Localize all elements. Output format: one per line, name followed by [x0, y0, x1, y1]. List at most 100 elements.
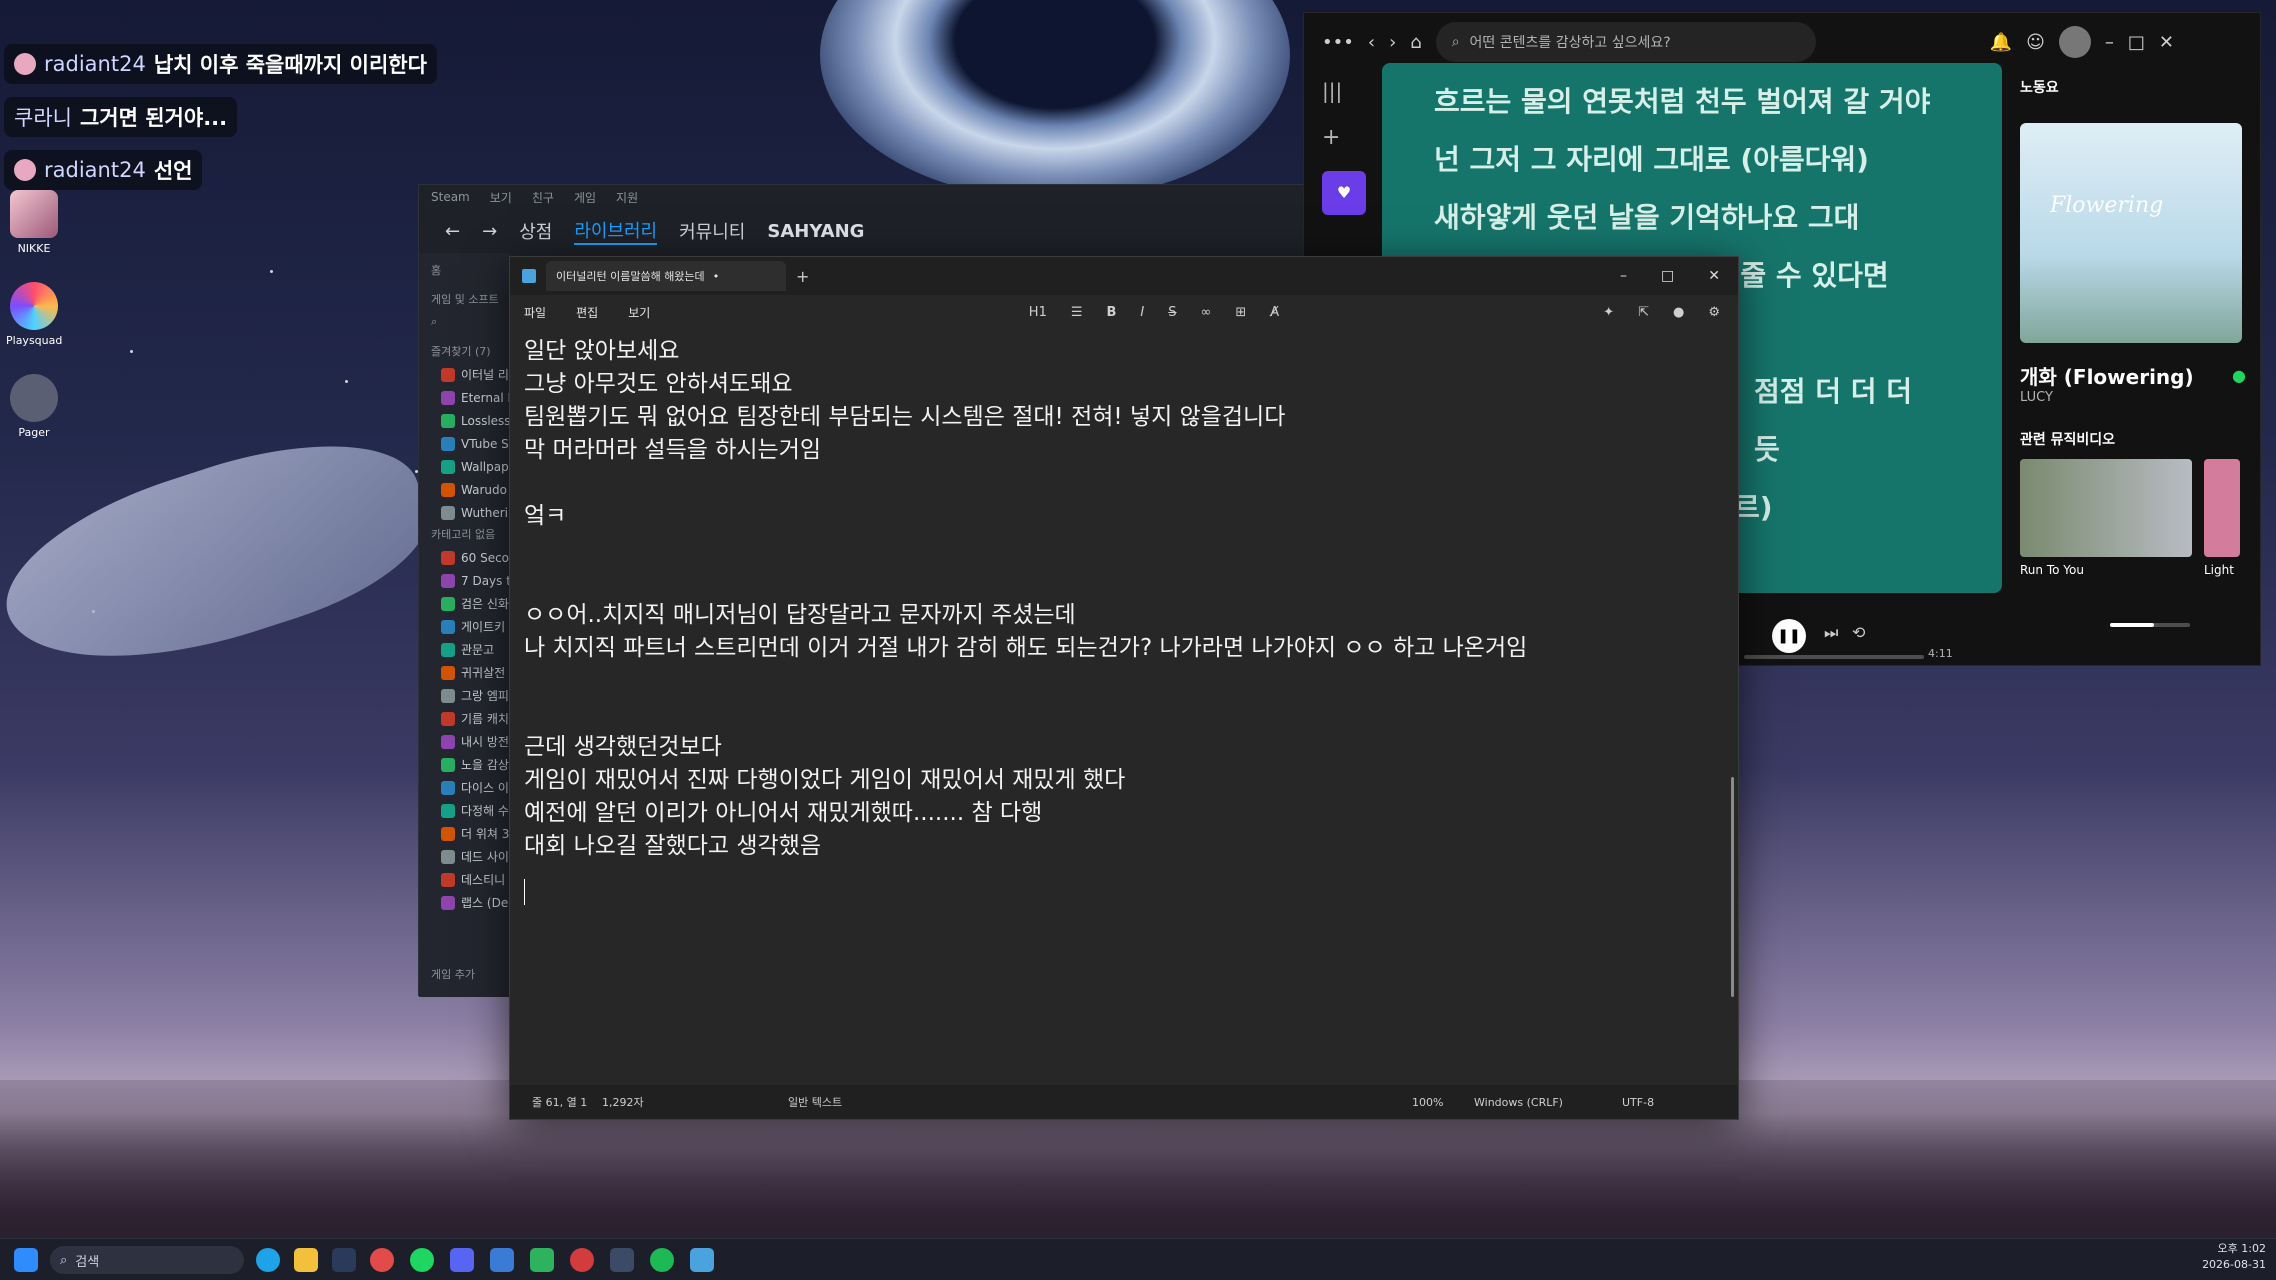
- game-item[interactable]: Warudo: [419, 478, 511, 501]
- forward-arrow-icon[interactable]: ›: [1389, 32, 1396, 53]
- app-icon[interactable]: [570, 1248, 594, 1272]
- game-item[interactable]: 더 위쳐 3: [419, 822, 511, 845]
- maximize-icon[interactable]: □: [2128, 32, 2145, 53]
- game-item[interactable]: VTube S: [419, 432, 511, 455]
- game-item[interactable]: Eternal F: [419, 386, 511, 409]
- strikethrough-icon[interactable]: S: [1168, 305, 1176, 320]
- steam-menu-item[interactable]: 친구: [532, 189, 554, 206]
- liked-songs-icon[interactable]: ♥: [1322, 171, 1366, 215]
- app-icon[interactable]: [490, 1248, 514, 1272]
- game-item[interactable]: Wuthering: [419, 501, 511, 524]
- encoding[interactable]: UTF-8: [1622, 1096, 1654, 1109]
- text-format[interactable]: 일반 텍스트: [788, 1094, 842, 1110]
- more-icon[interactable]: •••: [1322, 32, 1354, 53]
- minimize-icon[interactable]: –: [1620, 268, 1627, 284]
- bold-icon[interactable]: B: [1107, 305, 1117, 320]
- tab-community[interactable]: 커뮤니티: [679, 218, 745, 244]
- document-tab[interactable]: 이터널리턴 이름말씀해 해왔는데 •: [546, 261, 786, 291]
- edge-icon[interactable]: [256, 1248, 280, 1272]
- app-icon[interactable]: [650, 1248, 674, 1272]
- friends-icon[interactable]: ☺: [2026, 32, 2045, 53]
- desktop-icon-nikke[interactable]: NIKKE: [6, 190, 62, 255]
- tab-profile[interactable]: SAHYANG: [767, 221, 864, 242]
- steam-menu-item[interactable]: 게임: [574, 189, 596, 206]
- scrollbar[interactable]: [1731, 777, 1734, 997]
- uncategorized-header[interactable]: 카테고리 없음: [419, 524, 511, 546]
- related-video[interactable]: Light: [2204, 459, 2240, 577]
- related-video[interactable]: Run To You: [2020, 459, 2192, 577]
- game-item[interactable]: Wallpape: [419, 455, 511, 478]
- song-title[interactable]: 개화 (Flowering): [2020, 361, 2194, 390]
- search-input[interactable]: ⌕ 어떤 콘텐츠를 감상하고 싶으세요?: [1435, 22, 1816, 62]
- search-icon[interactable]: ⌕: [419, 311, 511, 341]
- account-icon[interactable]: ●: [1673, 305, 1684, 320]
- pause-button[interactable]: ❚❚: [1772, 619, 1806, 653]
- forward-arrow-icon[interactable]: →: [482, 221, 497, 242]
- game-item[interactable]: 7 Days to: [419, 569, 511, 592]
- game-item[interactable]: 기름 캐치: [419, 707, 511, 730]
- text-editor[interactable]: 일단 앉아보세요 그냥 아무것도 안하셔도돼요 팀원뽑기도 뭐 없어요 팀장한테 부…: [510, 329, 1738, 1085]
- album-art[interactable]: Flowering: [2020, 123, 2242, 343]
- tab-close-icon[interactable]: •: [713, 270, 720, 283]
- game-item[interactable]: 60 Secon: [419, 546, 511, 569]
- game-item[interactable]: 다정해 수: [419, 799, 511, 822]
- home-button[interactable]: 홈: [419, 253, 511, 289]
- copilot-icon[interactable]: ✦: [1603, 305, 1614, 320]
- game-item[interactable]: 데스티니: [419, 868, 511, 891]
- game-item[interactable]: 관문고: [419, 638, 511, 661]
- desktop-icon-pager[interactable]: Pager: [6, 374, 62, 439]
- steam-menu-item[interactable]: 지원: [616, 189, 638, 206]
- game-item[interactable]: 랩스 (De: [419, 891, 511, 914]
- taskbar-search[interactable]: ⌕ 검색: [50, 1246, 244, 1274]
- menu-view[interactable]: 보기: [628, 304, 650, 321]
- menu-file[interactable]: 파일: [524, 304, 546, 321]
- settings-gear-icon[interactable]: ⚙: [1708, 305, 1720, 320]
- spotify-icon[interactable]: [410, 1248, 434, 1272]
- list-icon[interactable]: ☰: [1071, 305, 1083, 320]
- game-item[interactable]: 데드 사이: [419, 845, 511, 868]
- close-icon[interactable]: ✕: [1708, 268, 1720, 284]
- game-item[interactable]: 다이스 이: [419, 776, 511, 799]
- discord-icon[interactable]: [450, 1248, 474, 1272]
- table-icon[interactable]: ⊞: [1235, 305, 1246, 320]
- game-item[interactable]: Lossless: [419, 409, 511, 432]
- chrome-icon[interactable]: [370, 1248, 394, 1272]
- app-icon[interactable]: [610, 1248, 634, 1272]
- volume-slider[interactable]: [2110, 623, 2190, 627]
- tab-store[interactable]: 상점: [519, 218, 552, 244]
- system-tray[interactable]: 오후 1:02 2026-08-31: [2202, 1241, 2266, 1273]
- close-icon[interactable]: ✕: [2159, 32, 2174, 53]
- avatar[interactable]: [2058, 26, 2091, 58]
- app-icon[interactable]: [530, 1248, 554, 1272]
- start-icon[interactable]: [14, 1248, 38, 1272]
- game-item[interactable]: 내시 방전: [419, 730, 511, 753]
- line-ending[interactable]: Windows (CRLF): [1474, 1096, 1563, 1109]
- zoom-level[interactable]: 100%: [1412, 1096, 1443, 1109]
- notepad-taskbar-icon[interactable]: [690, 1248, 714, 1272]
- italic-icon[interactable]: I: [1140, 305, 1144, 320]
- progress-bar[interactable]: [1744, 655, 1924, 659]
- heading-dropdown[interactable]: H1: [1029, 305, 1047, 320]
- explorer-icon[interactable]: [294, 1248, 318, 1272]
- plus-icon[interactable]: +: [1322, 125, 1370, 171]
- new-tab-icon[interactable]: +: [796, 267, 809, 286]
- share-icon[interactable]: ⇱: [1638, 305, 1649, 320]
- tab-library[interactable]: 라이브러리: [574, 217, 658, 245]
- clear-format-icon[interactable]: A̸: [1270, 305, 1279, 320]
- repeat-icon[interactable]: ⟲: [1852, 623, 1865, 642]
- game-item[interactable]: 검은 신화: [419, 592, 511, 615]
- saved-check-icon[interactable]: ●: [2232, 366, 2246, 385]
- add-game-button[interactable]: 게임 추가: [419, 955, 511, 995]
- game-item[interactable]: 게이트키: [419, 615, 511, 638]
- minimize-icon[interactable]: –: [2105, 32, 2114, 53]
- back-arrow-icon[interactable]: ←: [445, 221, 460, 242]
- link-icon[interactable]: ∞: [1201, 305, 1212, 320]
- steam-menu-item[interactable]: Steam: [431, 190, 470, 204]
- game-item[interactable]: 노을 감상: [419, 753, 511, 776]
- favorites-header[interactable]: 즐겨찾기 (7): [419, 341, 511, 363]
- steam-icon[interactable]: [332, 1248, 356, 1272]
- game-item[interactable]: 그랑 엠피: [419, 684, 511, 707]
- library-filter[interactable]: 게임 및 소프트: [419, 289, 511, 311]
- menu-edit[interactable]: 편집: [576, 304, 598, 321]
- game-item[interactable]: 이터널 리: [419, 363, 511, 386]
